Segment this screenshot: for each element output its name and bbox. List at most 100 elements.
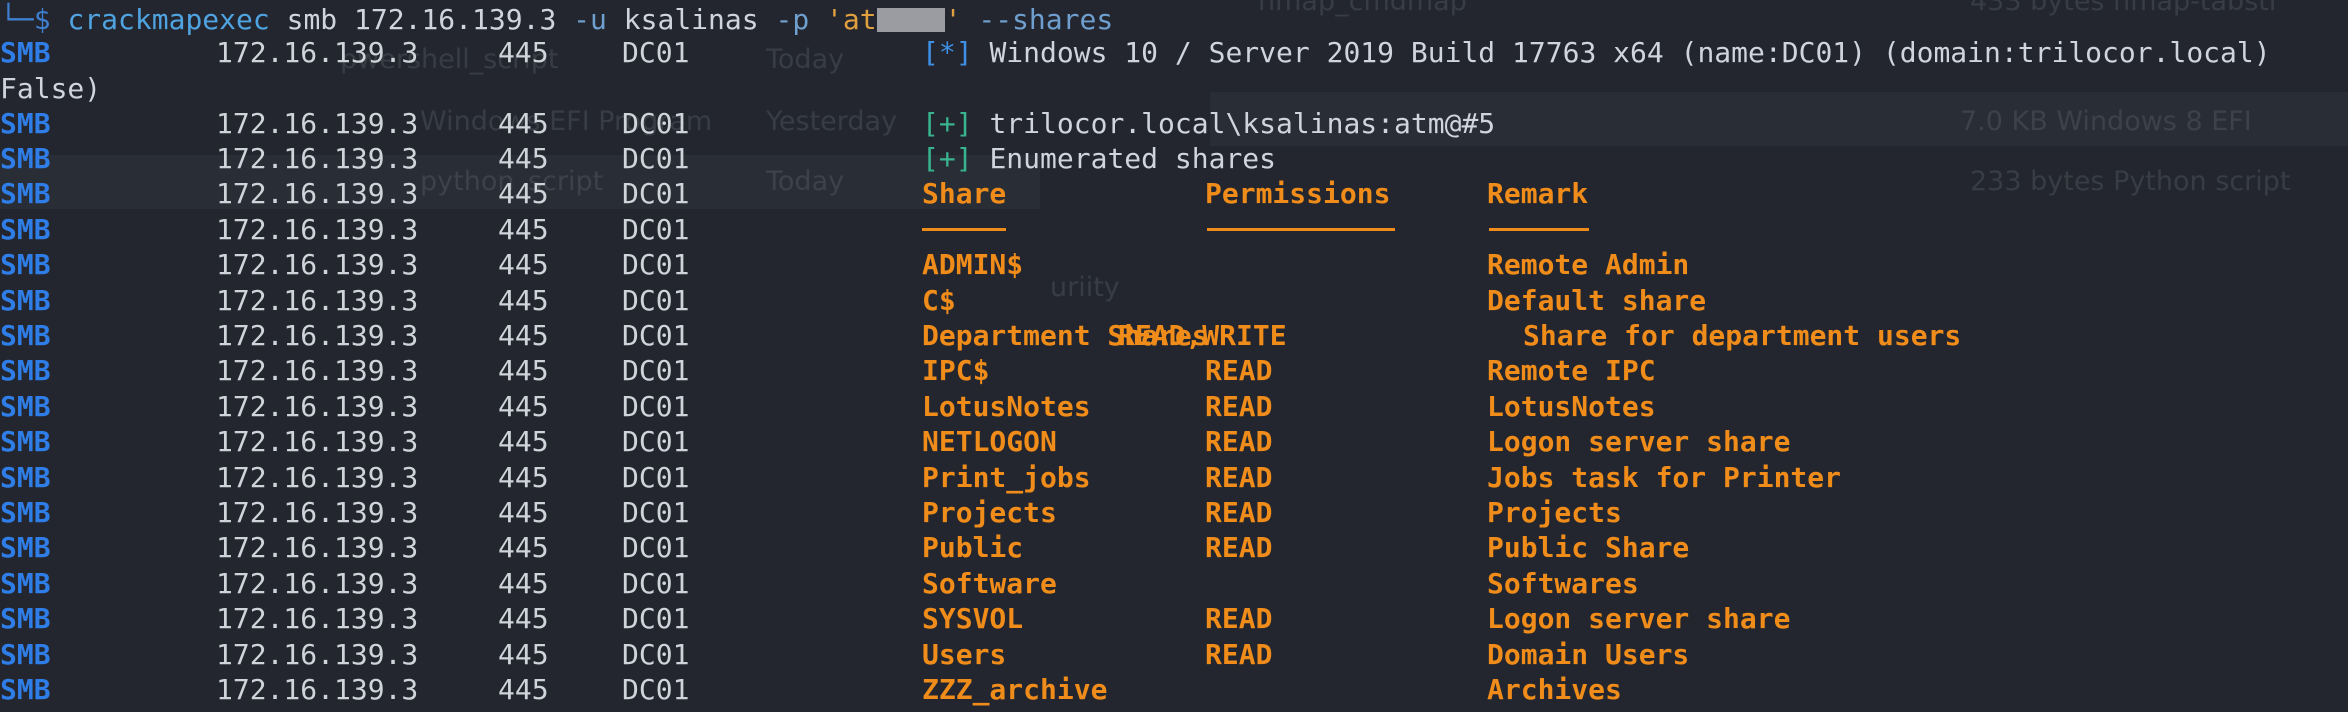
smb-ip: 172.16.139.3 xyxy=(216,496,419,529)
smb-ip: 172.16.139.3 xyxy=(216,638,419,671)
smb-port: 445 xyxy=(498,319,549,352)
share-remark: Archives xyxy=(1487,673,1622,706)
smb-ip: 172.16.139.3 xyxy=(216,248,419,281)
share-permissions: READ,WRITE xyxy=(1118,319,1287,352)
pass-flag: -p xyxy=(775,3,810,36)
smb-port: 445 xyxy=(498,142,549,175)
share-permissions: READ xyxy=(1205,496,1273,529)
ghost-text: uriity xyxy=(1050,272,1120,303)
terminal-window[interactable]: nmap_cmdmap pwershell_script Today Windo… xyxy=(0,0,2348,712)
smb-host: DC01 xyxy=(622,390,690,423)
smb-ip: 172.16.139.3 xyxy=(216,177,419,210)
ghost-text: 433 bytes nmap-tabstr xyxy=(1970,0,2280,17)
info-text: Windows 10 / Server 2019 Build 17763 x64… xyxy=(989,36,2271,69)
share-name: ADMIN$ xyxy=(922,248,1024,281)
share-name: Projects xyxy=(922,496,1057,529)
smb-port: 445 xyxy=(498,531,549,564)
smb-host: DC01 xyxy=(622,638,690,671)
smb-proto: SMB xyxy=(0,177,51,210)
smb-proto: SMB xyxy=(0,602,51,635)
smb-host: DC01 xyxy=(622,673,690,706)
smb-ip: 172.16.139.3 xyxy=(216,284,419,317)
info-wrap-line: False) xyxy=(0,72,102,105)
share-remark: Logon server share xyxy=(1487,602,1791,635)
auth-marker: [+] xyxy=(922,107,973,140)
smb-proto: SMB xyxy=(0,284,51,317)
smb-proto: SMB xyxy=(0,319,51,352)
smb-host: DC01 xyxy=(622,496,690,529)
share-name: SYSVOL xyxy=(922,602,1024,635)
smb-ip: 172.16.139.3 xyxy=(216,425,419,458)
smb-proto: SMB xyxy=(0,36,51,69)
share-permissions: READ xyxy=(1205,390,1273,423)
share-permissions: READ xyxy=(1205,425,1273,458)
share-remark: Domain Users xyxy=(1487,638,1690,671)
header-permissions-underline xyxy=(1207,228,1395,231)
smb-proto: SMB xyxy=(0,425,51,458)
smb-ip: 172.16.139.3 xyxy=(216,213,419,246)
user-flag: -u xyxy=(573,3,607,36)
share-remark: Logon server share xyxy=(1487,425,1791,458)
smb-proto: SMB xyxy=(0,567,51,600)
prompt-line: └─$ crackmapexec smb 172.16.139.3 -u ksa… xyxy=(0,2,1113,37)
prompt-corner: └─ xyxy=(0,3,34,36)
header-remark: Remark xyxy=(1487,177,1589,210)
share-remark: Public Share xyxy=(1487,531,1690,564)
info-marker: [*] xyxy=(922,36,973,69)
smb-proto: SMB xyxy=(0,531,51,564)
ghost-text: nmap_cmdmap xyxy=(1258,0,1467,17)
auth-line: [+] trilocor.local\ksalinas:atm@#5 xyxy=(922,106,1495,141)
header-share: Share xyxy=(922,177,1007,210)
smb-port: 445 xyxy=(498,354,549,387)
smb-port: 445 xyxy=(498,107,549,140)
smb-proto: SMB xyxy=(0,213,51,246)
enum-line: [+] Enumerated shares xyxy=(922,141,1276,176)
smb-host: DC01 xyxy=(622,284,690,317)
pass-quote-end: ' xyxy=(944,3,962,36)
auth-text: trilocor.local\ksalinas:atm@#5 xyxy=(989,107,1496,140)
ghost-text: Yesterday xyxy=(766,106,898,137)
share-name: Public xyxy=(922,531,1024,564)
shares-flag: --shares xyxy=(978,3,1114,36)
smb-ip: 172.16.139.3 xyxy=(216,142,419,175)
smb-port: 445 xyxy=(498,390,549,423)
smb-ip: 172.16.139.3 xyxy=(216,36,419,69)
share-remark: Softwares xyxy=(1487,567,1639,600)
smb-host: DC01 xyxy=(622,319,690,352)
smb-host: DC01 xyxy=(622,36,690,69)
smb-ip: 172.16.139.3 xyxy=(216,673,419,706)
smb-port: 445 xyxy=(498,673,549,706)
share-remark: Remote Admin xyxy=(1487,248,1690,281)
smb-ip: 172.16.139.3 xyxy=(216,319,419,352)
smb-proto: SMB xyxy=(0,142,51,175)
smb-port: 445 xyxy=(498,248,549,281)
share-name: LotusNotes xyxy=(922,390,1091,423)
smb-proto: SMB xyxy=(0,673,51,706)
smb-proto: SMB xyxy=(0,496,51,529)
smb-port: 445 xyxy=(498,36,549,69)
header-remark-underline xyxy=(1489,228,1589,231)
prompt-symbol: $ xyxy=(33,3,51,36)
share-permissions: READ xyxy=(1205,461,1273,494)
smb-ip: 172.16.139.3 xyxy=(216,390,419,423)
smb-proto: SMB xyxy=(0,461,51,494)
smb-proto: SMB xyxy=(0,354,51,387)
redaction-block xyxy=(876,8,945,32)
smb-ip: 172.16.139.3 xyxy=(216,461,419,494)
header-share-underline xyxy=(922,228,1006,231)
enum-text: Enumerated shares xyxy=(989,142,1277,175)
share-remark: Jobs task for Printer xyxy=(1487,461,1842,494)
smb-proto: SMB xyxy=(0,390,51,423)
info-line: [*] Windows 10 / Server 2019 Build 17763… xyxy=(922,35,2271,70)
share-name: Users xyxy=(922,638,1007,671)
share-remark: Default share xyxy=(1487,284,1707,317)
smb-ip: 172.16.139.3 xyxy=(216,531,419,564)
smb-host: DC01 xyxy=(622,425,690,458)
smb-host: DC01 xyxy=(622,142,690,175)
smb-port: 445 xyxy=(498,425,549,458)
share-permissions: READ xyxy=(1205,354,1273,387)
smb-host: DC01 xyxy=(622,107,690,140)
ghost-text: Today xyxy=(766,166,845,197)
smb-port: 445 xyxy=(498,177,549,210)
share-permissions: READ xyxy=(1205,602,1273,635)
